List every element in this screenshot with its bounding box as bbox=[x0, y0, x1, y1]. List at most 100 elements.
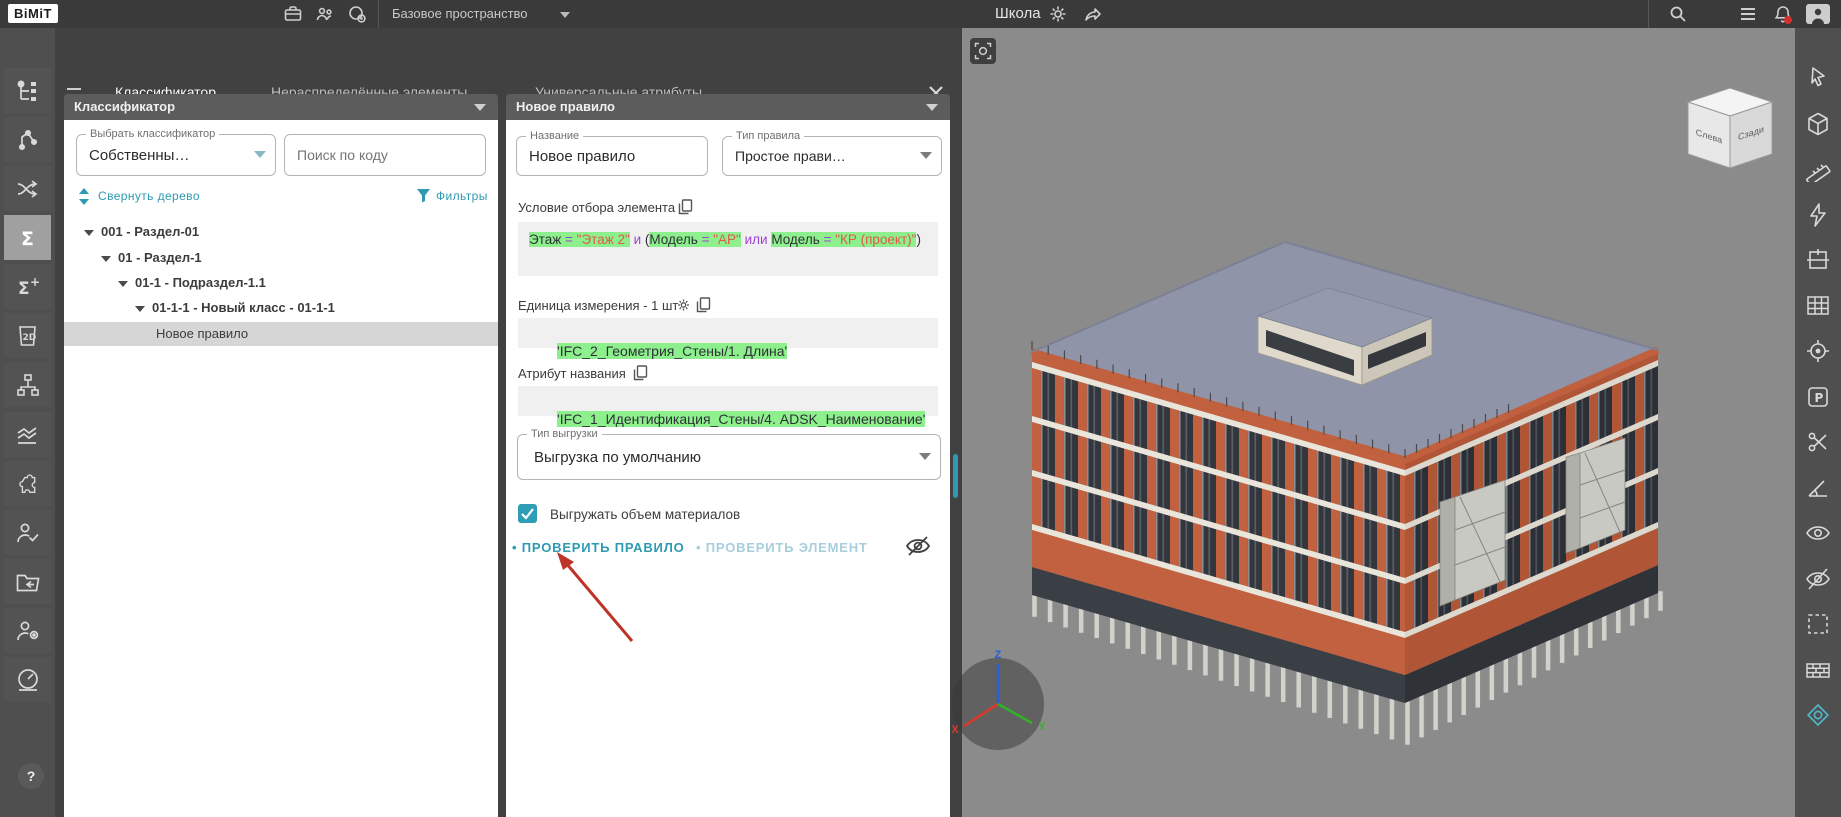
classifier-panel-body: Выбрать классификатор Собственны… Сверну… bbox=[64, 120, 498, 817]
rule-collapse-caret-icon[interactable] bbox=[926, 104, 938, 111]
search-icon[interactable] bbox=[1668, 4, 1688, 24]
bell-icon[interactable] bbox=[1772, 4, 1792, 24]
panels-area: Классификатор Нераспределённые элементы … bbox=[55, 28, 962, 817]
materials-checkbox-label[interactable]: Выгружать объем материалов bbox=[550, 507, 740, 522]
rule-panel-title: Новое правило bbox=[516, 99, 615, 114]
doc-2d-icon[interactable]: 2D bbox=[4, 313, 51, 358]
copy-icon[interactable] bbox=[678, 199, 693, 215]
copy-icon[interactable] bbox=[696, 297, 711, 313]
tree-caret-icon[interactable] bbox=[101, 255, 111, 262]
svg-text:P: P bbox=[1815, 391, 1824, 405]
classifier-panel-header[interactable]: Классификатор bbox=[64, 94, 498, 120]
tree-node-label: Новое правило bbox=[156, 326, 249, 341]
tree-caret-icon[interactable] bbox=[135, 305, 145, 312]
tree-node-01-1[interactable]: 01-1 - Подраздел-1.1 bbox=[118, 271, 266, 295]
tree-caret-icon[interactable] bbox=[84, 229, 94, 236]
tree-node-label: 01-1 - Подраздел-1.1 bbox=[135, 275, 266, 290]
unit-gear-icon[interactable] bbox=[676, 297, 691, 313]
chevron-down-icon bbox=[920, 152, 932, 159]
check-element-button[interactable]: • ПРОВЕРИТЬ ЭЛЕМЕНТ bbox=[696, 540, 868, 555]
app-logo[interactable]: BiMiT bbox=[8, 4, 58, 23]
rule-panel-body: Название Тип правила Простое прави… Усло… bbox=[506, 120, 950, 817]
user-pin-icon[interactable] bbox=[4, 608, 51, 653]
tree-node-label: 01 - Раздел-1 bbox=[118, 250, 202, 265]
list-icon[interactable] bbox=[1738, 4, 1758, 24]
attribute-label: Атрибут названия bbox=[518, 366, 626, 381]
zap-icon[interactable] bbox=[1805, 202, 1831, 228]
filters-icon[interactable] bbox=[416, 188, 431, 203]
selection-frame-icon[interactable] bbox=[1805, 611, 1831, 637]
eye-off-icon[interactable] bbox=[904, 534, 932, 558]
currency-icon[interactable] bbox=[347, 4, 367, 24]
unit-expression[interactable]: 'IFC_2_Геометрия_Стены/1. Длина' bbox=[518, 318, 938, 359]
classifier-tree-icon[interactable] bbox=[4, 68, 51, 113]
gear-icon[interactable] bbox=[1048, 4, 1068, 24]
sigma-plus-icon[interactable]: Σ + bbox=[4, 264, 51, 309]
search-input[interactable] bbox=[297, 135, 459, 175]
share-icon[interactable] bbox=[1083, 4, 1103, 24]
tree-node-01-1-1[interactable]: 01-1-1 - Новый класс - 01-1-1 bbox=[135, 296, 335, 320]
rule-panel-header[interactable]: Новое правило bbox=[506, 94, 950, 120]
tree-caret-icon[interactable] bbox=[118, 280, 128, 287]
help-button[interactable]: ? bbox=[18, 763, 44, 789]
collapse-tree-icon[interactable] bbox=[78, 188, 90, 205]
tree-node-label: 01-1-1 - Новый класс - 01-1-1 bbox=[152, 300, 335, 315]
view-cube-icon[interactable] bbox=[1805, 111, 1831, 137]
briefcase-icon[interactable] bbox=[283, 4, 303, 24]
attribute-value: 'IFC_1_Идентификация_Стены/4. ADSK_Наиме… bbox=[557, 411, 926, 427]
branch-icon[interactable] bbox=[4, 117, 51, 162]
tree-node-label: 001 - Раздел-01 bbox=[101, 224, 200, 239]
filters-link[interactable]: Фильтры bbox=[436, 189, 488, 203]
folder-export-icon[interactable] bbox=[4, 559, 51, 604]
org-chart-icon[interactable] bbox=[4, 362, 51, 407]
workspace-caret-icon[interactable] bbox=[560, 12, 570, 18]
select-cursor-icon[interactable] bbox=[1805, 65, 1831, 91]
scissors-icon[interactable] bbox=[1805, 429, 1831, 455]
attribute-expression[interactable]: 'IFC_1_Идентификация_Стены/4. ADSK_Наиме… bbox=[518, 386, 938, 427]
classifier-collapse-caret-icon[interactable] bbox=[474, 104, 486, 111]
classifier-select[interactable]: Выбрать классификатор Собственны… bbox=[76, 128, 276, 176]
scrollbar-thumb[interactable] bbox=[953, 454, 958, 498]
svg-text:+: + bbox=[30, 275, 40, 289]
avatar-icon[interactable] bbox=[1806, 4, 1830, 24]
classifier-select-value: Собственны… bbox=[89, 146, 190, 164]
team-icon[interactable] bbox=[315, 4, 335, 24]
check-rule-button[interactable]: • ПРОВЕРИТЬ ПРАВИЛО bbox=[512, 540, 685, 555]
tree-node-001[interactable]: 001 - Раздел-01 bbox=[84, 220, 199, 244]
rule-name-input[interactable] bbox=[529, 137, 681, 175]
unit-label: Единица измерения - 1 шт bbox=[518, 298, 679, 313]
copy-icon[interactable] bbox=[633, 365, 648, 381]
shuffle-icon[interactable] bbox=[4, 166, 51, 211]
capture-view-button[interactable] bbox=[970, 38, 996, 64]
ruler-icon[interactable] bbox=[1805, 156, 1831, 182]
right-toolbar: P bbox=[1795, 28, 1841, 817]
materials-checkbox[interactable] bbox=[518, 504, 537, 523]
eye-icon[interactable] bbox=[1805, 520, 1831, 546]
collapse-tree-link[interactable]: Свернуть дерево bbox=[98, 189, 200, 203]
grid-icon[interactable] bbox=[1805, 293, 1831, 319]
section-plane-icon[interactable] bbox=[1805, 702, 1831, 728]
parameter-p-icon[interactable]: P bbox=[1805, 384, 1831, 410]
export-type-select[interactable]: Тип выгрузки Выгрузка по умолчанию bbox=[517, 428, 941, 480]
user-check-icon[interactable] bbox=[4, 510, 51, 555]
eye-off-icon[interactable] bbox=[1805, 566, 1831, 592]
angle-icon[interactable] bbox=[1805, 475, 1831, 501]
left-toolbar: Σ Σ + 2D bbox=[0, 28, 55, 817]
gauge-icon[interactable] bbox=[4, 657, 51, 702]
locate-icon[interactable] bbox=[1805, 338, 1831, 364]
condition-expression[interactable]: Этаж = "Этаж 2" и (Модель = "АР" или Мод… bbox=[518, 222, 938, 276]
unit-value: 'IFC_2_Геометрия_Стены/1. Длина' bbox=[557, 343, 788, 359]
puzzle-icon[interactable] bbox=[4, 461, 51, 506]
rule-type-select[interactable]: Тип правила Простое прави… bbox=[722, 130, 942, 176]
section-box-icon[interactable] bbox=[1805, 247, 1831, 273]
tree-node-01[interactable]: 01 - Раздел-1 bbox=[101, 246, 202, 270]
svg-text:2D: 2D bbox=[22, 333, 36, 343]
tree-node-rule-selected[interactable]: Новое правило bbox=[64, 322, 498, 346]
charts-icon[interactable] bbox=[4, 412, 51, 457]
sigma-icon[interactable]: Σ bbox=[4, 215, 51, 260]
code-search-field[interactable] bbox=[284, 134, 486, 176]
workspace-select[interactable]: Базовое пространство bbox=[392, 0, 528, 28]
wall-icon[interactable] bbox=[1805, 657, 1831, 683]
rule-name-field[interactable]: Название bbox=[516, 130, 708, 176]
viewport-3d[interactable] bbox=[962, 28, 1795, 817]
